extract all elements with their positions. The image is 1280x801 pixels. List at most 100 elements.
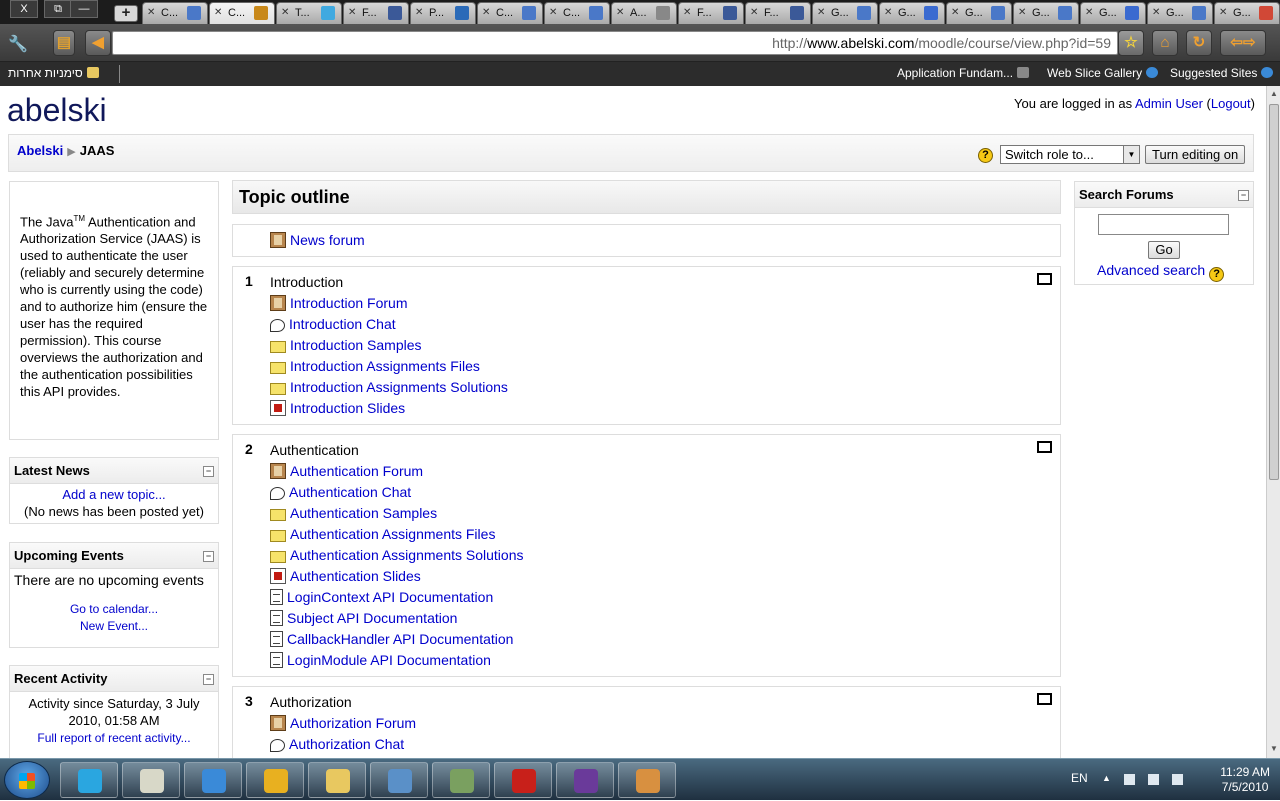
taskbar-remote-desktop[interactable] <box>370 762 428 798</box>
close-icon[interactable]: ✕ <box>884 7 892 18</box>
activity-item[interactable]: Authentication Chat <box>270 484 411 505</box>
close-icon[interactable]: ✕ <box>1219 7 1227 18</box>
activity-item[interactable]: Authorization Chat <box>270 736 404 757</box>
new-event-link[interactable]: New Event... <box>80 619 148 633</box>
close-icon[interactable]: ✕ <box>683 7 691 18</box>
show-only-section-icon[interactable] <box>1037 273 1052 285</box>
close-icon[interactable]: ✕ <box>1085 7 1093 18</box>
activity-item[interactable]: Authentication Forum <box>270 463 423 484</box>
full-report-link[interactable]: Full report of recent activity... <box>37 731 190 745</box>
scrollbar-thumb[interactable] <box>1269 104 1279 480</box>
bookmark-application-fundamentals[interactable]: Application Fundam... <box>897 66 1030 80</box>
activity-item[interactable]: Introduction Chat <box>270 316 396 337</box>
activity-news-forum[interactable]: News forum <box>270 232 365 253</box>
activity-item[interactable]: LoginModule API Documentation <box>270 652 491 673</box>
activity-link[interactable]: Authentication Forum <box>290 463 423 479</box>
flag-icon[interactable] <box>1124 774 1135 785</box>
activity-link[interactable]: LoginModule API Documentation <box>287 652 491 668</box>
activity-item[interactable]: Introduction Forum <box>270 295 408 316</box>
address-bar[interactable]: http://www.abelski.com/moodle/course/vie… <box>112 31 1118 55</box>
wrench-icon[interactable]: 🔧 <box>8 34 36 54</box>
activity-link[interactable]: Introduction Slides <box>290 400 405 416</box>
taskbar-app-star[interactable] <box>556 762 614 798</box>
activity-link[interactable]: Subject API Documentation <box>287 610 457 626</box>
close-icon[interactable]: ✕ <box>616 7 624 18</box>
network-icon[interactable] <box>1172 774 1183 785</box>
browser-tab[interactable]: ✕ C... <box>142 2 208 24</box>
logout-link[interactable]: Logout <box>1211 96 1251 111</box>
taskbar-chrome[interactable] <box>246 762 304 798</box>
browser-tab[interactable]: ✕ T... <box>276 2 342 24</box>
scroll-up-icon[interactable]: ▲ <box>1269 89 1279 99</box>
forward-button[interactable]: ⇦⇨ <box>1220 30 1266 56</box>
close-icon[interactable]: ✕ <box>817 7 825 18</box>
activity-item[interactable]: Introduction Assignments Solutions <box>270 379 508 400</box>
activity-link[interactable]: Authentication Slides <box>290 568 421 584</box>
close-icon[interactable]: ✕ <box>1152 7 1160 18</box>
browser-tab[interactable]: ✕ G... <box>1147 2 1213 24</box>
activity-link[interactable]: Introduction Assignments Solutions <box>290 379 508 395</box>
breadcrumb-home-link[interactable]: Abelski <box>17 143 63 158</box>
collapse-icon[interactable]: − <box>203 551 214 562</box>
browser-tab[interactable]: ✕ F... <box>343 2 409 24</box>
taskbar-paint[interactable] <box>618 762 676 798</box>
browser-tab[interactable]: ✕ C... <box>544 2 610 24</box>
go-button[interactable]: Go <box>1148 241 1180 259</box>
activity-item[interactable]: Authentication Assignments Files <box>270 526 495 547</box>
activity-item[interactable]: LoginContext API Documentation <box>270 589 493 610</box>
home-button[interactable]: ⌂ <box>1152 30 1178 56</box>
new-tab-button[interactable]: + <box>114 5 138 22</box>
browser-tab[interactable]: ✕ A... <box>611 2 677 24</box>
activity-link[interactable]: Introduction Samples <box>290 337 422 353</box>
activity-link[interactable]: LoginContext API Documentation <box>287 589 493 605</box>
activity-link[interactable]: Introduction Assignments Files <box>290 358 480 374</box>
device-icon[interactable] <box>1148 774 1159 785</box>
other-bookmarks[interactable]: סימניות אחרות <box>8 66 99 80</box>
close-icon[interactable]: ✕ <box>147 7 155 18</box>
browser-tab[interactable]: ✕ G... <box>1214 2 1280 24</box>
go-to-calendar-link[interactable]: Go to calendar... <box>70 602 158 616</box>
turn-editing-on-button[interactable]: Turn editing on <box>1145 145 1246 164</box>
close-icon[interactable]: ✕ <box>1018 7 1026 18</box>
page-menu-icon[interactable]: ▤ <box>53 30 75 56</box>
activity-item[interactable]: Authentication Samples <box>270 505 437 526</box>
vertical-scrollbar[interactable]: ▲ ▼ <box>1266 86 1280 758</box>
taskbar-internet-explorer[interactable] <box>184 762 242 798</box>
activity-link[interactable]: Authentication Chat <box>289 484 411 500</box>
close-icon[interactable]: ✕ <box>750 7 758 18</box>
activity-item[interactable]: Authentication Assignments Solutions <box>270 547 523 568</box>
bookmark-suggested-sites[interactable]: Suggested Sites <box>1170 66 1274 80</box>
switch-role-select[interactable]: Switch role to... ▼ <box>1000 145 1140 164</box>
show-only-section-icon[interactable] <box>1037 441 1052 453</box>
activity-item[interactable]: Introduction Samples <box>270 337 422 358</box>
browser-tab[interactable]: ✕ G... <box>1080 2 1146 24</box>
taskbar-calculator[interactable] <box>432 762 490 798</box>
browser-tab[interactable]: ✕ P... <box>410 2 476 24</box>
activity-link[interactable]: Authorization Forum <box>290 715 416 731</box>
bookmark-web-slice-gallery[interactable]: Web Slice Gallery <box>1047 66 1159 80</box>
taskbar-explorer[interactable] <box>308 762 366 798</box>
browser-tab[interactable]: ✕ G... <box>1013 2 1079 24</box>
activity-item[interactable]: Authentication Slides <box>270 568 421 589</box>
browser-tab[interactable]: ✕ F... <box>678 2 744 24</box>
browser-tab[interactable]: ✕ C... <box>477 2 543 24</box>
browser-tab[interactable]: ✕ G... <box>812 2 878 24</box>
browser-tab[interactable]: ✕ F... <box>745 2 811 24</box>
close-icon[interactable]: ✕ <box>348 7 356 18</box>
window-close-button[interactable]: X <box>10 0 38 18</box>
window-restore-button[interactable]: ⧉ <box>44 0 72 18</box>
collapse-icon[interactable]: − <box>1238 190 1249 201</box>
taskbar-notepad[interactable] <box>122 762 180 798</box>
clock[interactable]: 11:29 AM 7/5/2010 <box>1220 765 1270 795</box>
window-minimize-button[interactable]: — <box>70 0 98 18</box>
activity-link[interactable]: CallbackHandler API Documentation <box>287 631 513 647</box>
close-icon[interactable]: ✕ <box>281 7 289 18</box>
close-icon[interactable]: ✕ <box>951 7 959 18</box>
start-button[interactable] <box>4 761 50 799</box>
activity-item[interactable]: Introduction Assignments Files <box>270 358 480 379</box>
back-button[interactable]: ◀ <box>85 30 111 56</box>
collapse-icon[interactable]: − <box>203 466 214 477</box>
help-icon[interactable]: ? <box>1209 267 1225 282</box>
browser-tab[interactable]: ✕ C... <box>209 2 275 24</box>
reload-button[interactable]: ↻ <box>1186 30 1212 56</box>
